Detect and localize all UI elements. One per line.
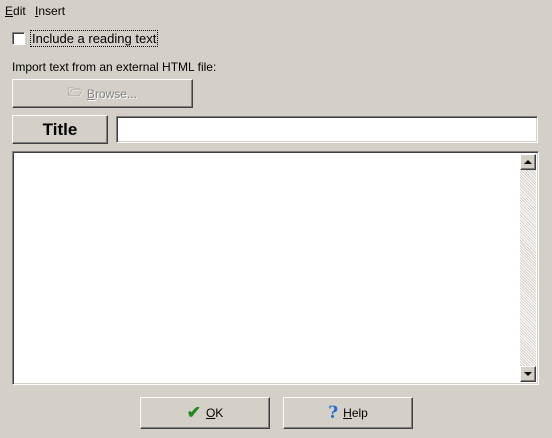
- help-mnemonic: H: [343, 406, 352, 420]
- ok-label-rest: K: [215, 406, 224, 420]
- reading-text-editor[interactable]: [12, 151, 539, 385]
- menu-edit-label: dit: [13, 4, 26, 18]
- browse-button[interactable]: 🗁 Browse...: [12, 79, 193, 108]
- scroll-up-button[interactable]: [520, 154, 536, 170]
- help-button[interactable]: ? Help: [283, 397, 413, 429]
- menu-item-insert[interactable]: Insert: [35, 4, 65, 18]
- import-html-label: Import text from an external HTML file:: [12, 60, 217, 74]
- menu-item-edit[interactable]: Edit: [5, 4, 26, 18]
- browse-button-label: Browse...: [87, 87, 137, 101]
- vertical-scrollbar[interactable]: [520, 154, 536, 382]
- menu-insert-label: nsert: [38, 4, 66, 18]
- scroll-down-button[interactable]: [520, 366, 536, 382]
- checkmark-icon: ✔: [186, 403, 201, 422]
- arrow-down-icon: [524, 372, 532, 376]
- help-button-label: Help: [343, 406, 368, 420]
- ok-mnemonic: O: [205, 406, 216, 420]
- ok-button-label: OK: [206, 406, 223, 420]
- browse-mnemonic: B: [86, 86, 95, 101]
- help-label-rest: elp: [351, 406, 368, 420]
- include-reading-text-checkbox[interactable]: [12, 31, 25, 45]
- menu-edit-mnemonic: E: [5, 4, 14, 18]
- menu-bar: Edit Insert: [0, 0, 552, 22]
- title-button[interactable]: Title: [12, 115, 108, 144]
- title-input[interactable]: [116, 116, 538, 143]
- question-mark-icon: ?: [328, 403, 339, 423]
- browse-label-rest: rowse...: [94, 86, 137, 101]
- include-reading-text-label[interactable]: Include a reading text: [29, 29, 159, 47]
- open-folder-icon: 🗁: [68, 85, 83, 99]
- ok-button[interactable]: ✔ OK: [140, 397, 270, 429]
- include-reading-text-row[interactable]: Include a reading text: [12, 29, 159, 47]
- arrow-up-icon: [524, 160, 532, 164]
